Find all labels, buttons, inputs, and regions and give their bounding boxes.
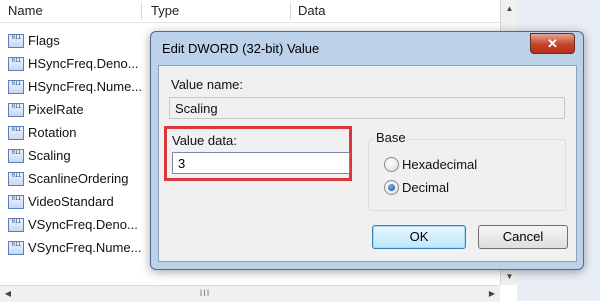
radio-hexadecimal[interactable]: Hexadecimal [384,156,477,174]
radio-label: Decimal [402,180,449,196]
value-name-label: Value name: [171,77,244,92]
value-name-field: Scaling [169,97,565,119]
list-item[interactable]: 011 VideoStandard [8,193,168,215]
registry-binary-value-icon: 011 [8,240,24,255]
list-item-label: Rotation [28,125,77,141]
registry-binary-value-icon: 011 [8,56,24,71]
list-item[interactable]: 011 VSyncFreq.Nume... [8,239,168,261]
list-item-label: VSyncFreq.Deno... [28,217,138,233]
cancel-button[interactable]: Cancel [478,225,568,249]
list-item[interactable]: 011 Scaling [8,147,168,169]
registry-binary-value-icon: 011 [8,217,24,232]
radio-label: Hexadecimal [402,157,478,173]
base-group [368,139,566,211]
edit-dword-dialog: Edit DWORD (32-bit) Value ✕ Value name: … [150,31,584,270]
registry-binary-value-icon: 011 [8,171,24,186]
column-header-data[interactable]: Data [298,3,325,18]
list-item-label: Scaling [28,148,71,164]
column-header-name[interactable]: Name [8,3,43,18]
list-item[interactable]: 011 ScanlineOrdering [8,170,168,192]
list-item-label: HSyncFreq.Nume... [28,79,143,95]
column-header-type[interactable]: Type [151,3,179,18]
column-divider[interactable] [290,2,291,20]
base-label: Base [373,130,409,145]
list-item-label: Flags [28,33,60,49]
list-item-label: HSyncFreq.Deno... [28,56,139,72]
radio-decimal[interactable]: Decimal [384,179,449,197]
list-item-label: ScanlineOrdering [28,171,129,187]
list-item[interactable]: 011 PixelRate [8,101,168,123]
column-divider[interactable] [141,2,142,20]
list-item[interactable]: 011 Flags [8,32,168,54]
list-item[interactable]: 011 HSyncFreq.Nume... [8,78,168,100]
list-item-label: VSyncFreq.Nume... [28,240,142,256]
dialog-title: Edit DWORD (32-bit) Value [162,41,320,56]
ok-button[interactable]: OK [372,225,466,249]
list-item[interactable]: 011 Rotation [8,124,168,146]
radio-unchecked-icon[interactable] [384,157,399,173]
list-item-label: PixelRate [28,102,84,118]
dialog-body: Value name: Scaling Value data: Base Hex… [158,65,577,262]
registry-binary-value-icon: 011 [8,102,24,117]
list-item-label: VideoStandard [28,194,114,210]
list-header: Name Type Data [0,0,500,23]
list-item[interactable]: 011 VSyncFreq.Deno... [8,216,168,238]
registry-binary-value-icon: 011 [8,194,24,209]
registry-binary-value-icon: 011 [8,79,24,94]
scroll-grip-icon[interactable]: III [190,288,220,299]
scroll-right-icon[interactable]: ▶ [484,286,500,302]
value-data-label: Value data: [172,133,237,148]
registry-binary-value-icon: 011 [8,148,24,163]
list-item[interactable]: 011 HSyncFreq.Deno... [8,55,168,77]
scroll-down-icon[interactable]: ▼ [501,268,518,285]
horizontal-scrollbar[interactable]: ◀ III ▶ [0,285,500,302]
scroll-left-icon[interactable]: ◀ [0,286,16,302]
value-data-input[interactable] [172,152,350,174]
registry-binary-value-icon: 011 [8,125,24,140]
registry-binary-value-icon: 011 [8,33,24,48]
scroll-up-icon[interactable]: ▲ [501,0,518,17]
radio-checked-icon[interactable] [384,180,399,196]
close-icon[interactable]: ✕ [530,33,575,54]
